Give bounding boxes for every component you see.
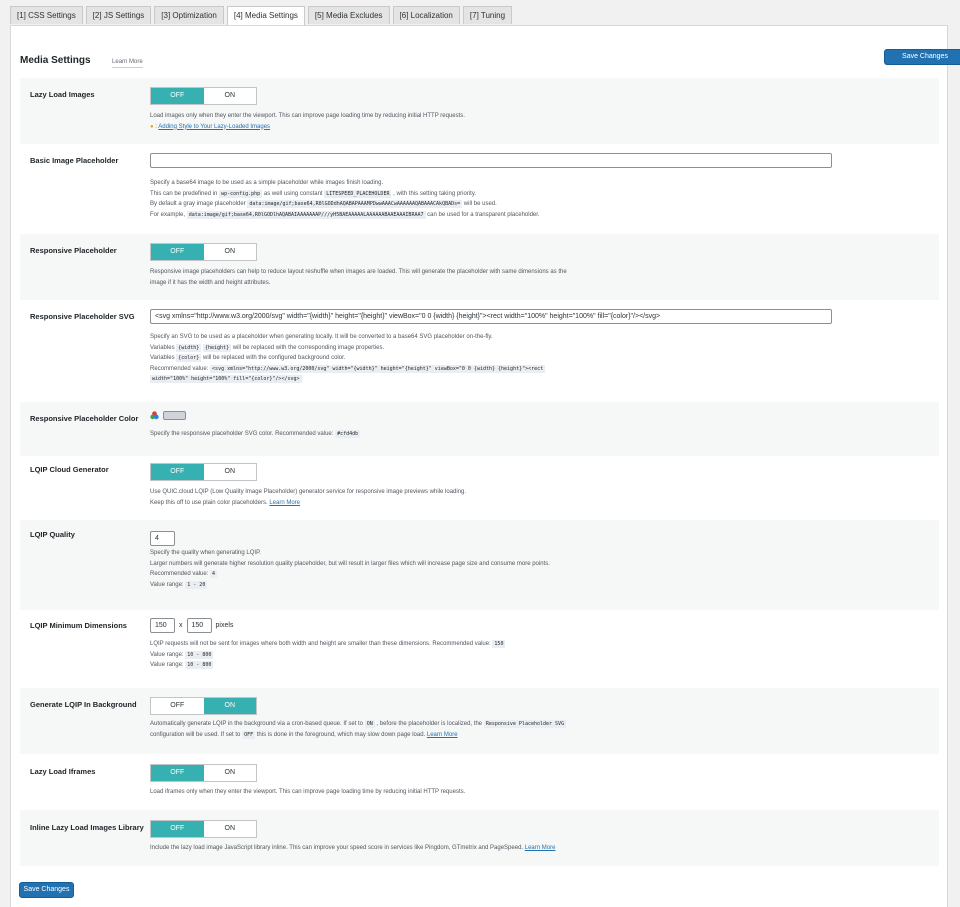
lqip-min-height-input[interactable]: 150	[186, 618, 212, 633]
toggle-on[interactable]: ON	[203, 244, 256, 260]
lightbulb-icon: ●	[150, 123, 154, 130]
row-lazy-load-images: Lazy Load Images OFF ON Load images only…	[20, 78, 939, 144]
settings-tabs: [1] CSS Settings [2] JS Settings [3] Opt…	[10, 6, 513, 26]
toggle-off[interactable]: OFF	[151, 464, 204, 480]
description: Responsive image placeholders can help t…	[150, 269, 567, 286]
settings-panel: Media Settings Learn More Save Changes L…	[10, 25, 960, 907]
toggle-off[interactable]: OFF	[151, 765, 204, 781]
toggle-on[interactable]: ON	[203, 698, 256, 714]
color-wheel-icon[interactable]	[150, 411, 159, 420]
row-label: LQIP Cloud Generator	[30, 465, 109, 474]
row-label: Basic Image Placeholder	[30, 156, 119, 165]
tab-tuning[interactable]: [7] Tuning	[462, 6, 513, 24]
color-picker[interactable]	[150, 411, 186, 420]
row-label: Generate LQIP In Background	[30, 700, 137, 709]
inline-library-toggle[interactable]: OFF ON	[150, 820, 257, 838]
learn-more-link[interactable]: Learn More	[525, 845, 556, 851]
row-label: Responsive Placeholder	[30, 246, 117, 255]
page-title: Media Settings	[20, 55, 91, 66]
description: Specify an SVG to be used as a placehold…	[150, 334, 546, 383]
lazy-load-images-toggle[interactable]: OFF ON	[150, 87, 257, 105]
lqip-min-width-input[interactable]: 150	[150, 618, 175, 633]
description: Use QUIC.cloud LQIP (Low Quality Image P…	[150, 489, 467, 506]
description: Specify a base64 image to be used as a s…	[150, 180, 540, 219]
toggle-off[interactable]: OFF	[151, 698, 204, 714]
learn-more-link[interactable]: Learn More	[112, 59, 143, 68]
basic-placeholder-input[interactable]	[150, 153, 832, 168]
responsive-svg-input[interactable]: <svg xmlns="http://www.w3.org/2000/svg" …	[150, 309, 832, 324]
description: Specify the responsive placeholder SVG c…	[150, 430, 361, 438]
row-responsive-placeholder: Responsive Placeholder OFF ON Responsive…	[20, 234, 939, 300]
row-label: Lazy Load Images	[30, 90, 95, 99]
lqip-quality-input[interactable]: 4	[150, 531, 175, 546]
learn-more-link[interactable]: Learn More	[269, 500, 300, 506]
row-lqip-background: Generate LQIP In Background OFF ON Autom…	[20, 688, 939, 754]
toggle-on[interactable]: ON	[203, 88, 256, 104]
tab-optimization[interactable]: [3] Optimization	[154, 6, 224, 24]
toggle-off[interactable]: OFF	[151, 821, 204, 837]
toggle-off[interactable]: OFF	[151, 244, 204, 260]
color-swatch[interactable]	[163, 411, 186, 420]
tab-media-excludes[interactable]: [5] Media Excludes	[307, 6, 390, 24]
row-inline-library: Inline Lazy Load Images Library OFF ON I…	[20, 810, 939, 866]
row-label: Inline Lazy Load Images Library	[30, 823, 144, 832]
row-basic-placeholder: Basic Image Placeholder Specify a base64…	[20, 144, 939, 234]
row-label: LQIP Quality	[30, 530, 75, 539]
adding-style-link[interactable]: Adding Style to Your Lazy-Loaded Images	[158, 124, 270, 130]
tab-media-settings[interactable]: [4] Media Settings	[226, 6, 305, 26]
row-placeholder-color: Responsive Placeholder Color Specify the…	[20, 402, 939, 456]
toggle-on[interactable]: ON	[203, 821, 256, 837]
description: Load images only when they enter the vie…	[150, 113, 465, 130]
section-header: Media Settings Learn More	[20, 50, 143, 68]
toggle-on[interactable]: ON	[203, 464, 256, 480]
responsive-placeholder-toggle[interactable]: OFF ON	[150, 243, 257, 261]
learn-more-link[interactable]: Learn More	[427, 732, 458, 738]
row-lqip-min-dimensions: LQIP Minimum Dimensions 150 x 150 pixels…	[20, 610, 939, 688]
description: Include the lazy load image JavaScript l…	[150, 845, 556, 851]
lqip-background-toggle[interactable]: OFF ON	[150, 697, 257, 715]
row-label: Responsive Placeholder Color	[30, 414, 139, 423]
description: LQIP requests will not be sent for image…	[150, 640, 506, 669]
tab-css-settings[interactable]: [1] CSS Settings	[10, 6, 83, 24]
description: Load iframes only when they enter the vi…	[150, 789, 466, 795]
row-lqip-cloud: LQIP Cloud Generator OFF ON Use QUIC.clo…	[20, 456, 939, 520]
description: Specify the quality when generating LQIP…	[150, 550, 550, 589]
row-responsive-svg: Responsive Placeholder SVG <svg xmlns="h…	[20, 300, 939, 402]
lazy-iframes-toggle[interactable]: OFF ON	[150, 764, 257, 782]
row-lqip-quality: LQIP Quality 4 Specify the quality when …	[20, 520, 939, 610]
row-label: LQIP Minimum Dimensions	[30, 621, 127, 630]
row-label: Lazy Load Iframes	[30, 767, 96, 776]
row-lazy-iframes: Lazy Load Iframes OFF ON Load iframes on…	[20, 754, 939, 810]
description: Automatically generate LQIP in the backg…	[150, 720, 567, 739]
save-changes-button-bottom[interactable]: Save Changes	[19, 882, 74, 898]
toggle-off[interactable]: OFF	[151, 88, 204, 104]
save-changes-button[interactable]: Save Changes	[884, 49, 960, 65]
toggle-on[interactable]: ON	[203, 765, 256, 781]
tab-localization[interactable]: [6] Localization	[392, 6, 460, 24]
tab-js-settings[interactable]: [2] JS Settings	[85, 6, 152, 24]
row-label: Responsive Placeholder SVG	[30, 312, 135, 321]
lqip-cloud-toggle[interactable]: OFF ON	[150, 463, 257, 481]
